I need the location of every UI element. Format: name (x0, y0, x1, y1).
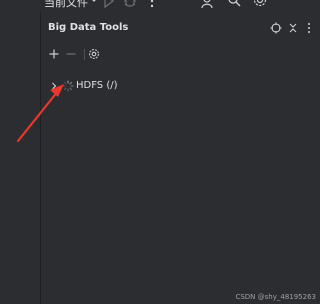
more-icon (308, 23, 310, 33)
left-tool-stripe (0, 11, 41, 304)
toolbar-separator (84, 49, 85, 60)
loading-spinner-icon (62, 80, 74, 92)
settings-icon[interactable] (252, 0, 268, 9)
more-icon[interactable] (144, 0, 160, 9)
target-icon (270, 22, 282, 34)
panel-title: Big Data Tools (48, 22, 129, 33)
run-config-selector[interactable]: 当前文件 (44, 0, 88, 10)
debug-icon[interactable] (122, 0, 138, 9)
add-connection-button[interactable] (47, 47, 61, 61)
minus-icon (66, 53, 76, 55)
locate-button[interactable] (269, 21, 283, 35)
collapse-button[interactable] (286, 21, 300, 35)
run-icon[interactable] (100, 0, 116, 9)
main-toolbar: 当前文件 (0, 0, 320, 11)
settings-icon (89, 49, 99, 59)
panel-options-button[interactable] (302, 21, 316, 35)
watermark: CSDN @shy_48195263 (235, 293, 316, 301)
panel-toolbar (41, 45, 320, 65)
big-data-tools-panel: Big Data Tools HDFS (/) (41, 11, 320, 304)
minimize-icon[interactable] (284, 0, 300, 9)
search-icon[interactable] (226, 0, 242, 9)
tree-item-label: HDFS (/) (76, 80, 118, 91)
chevron-right-icon[interactable] (50, 81, 58, 91)
plus-icon (49, 49, 59, 59)
collapse-icon (289, 23, 297, 33)
remove-connection-button[interactable] (64, 47, 78, 61)
tree-item-hdfs[interactable]: HDFS (/) (41, 77, 320, 95)
chevron-down-icon[interactable] (90, 0, 98, 5)
connection-settings-button[interactable] (87, 47, 101, 61)
add-user-icon[interactable] (200, 0, 216, 9)
